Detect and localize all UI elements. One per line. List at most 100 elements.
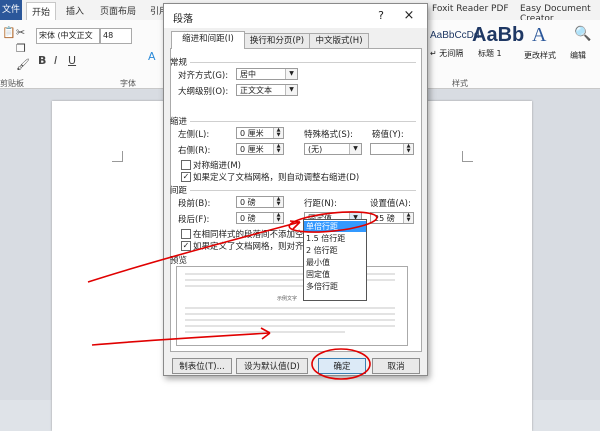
preview-line bbox=[185, 325, 395, 327]
font-size-box[interactable]: 48 bbox=[100, 28, 132, 44]
indent-right-label: 右侧(R): bbox=[178, 146, 211, 156]
divider bbox=[190, 121, 416, 122]
indent-right-value: 0 厘米 bbox=[240, 145, 264, 154]
chevron-down-icon: ▼ bbox=[285, 69, 297, 79]
outline-level-label: 大纲级别(O): bbox=[178, 87, 229, 97]
close-button[interactable]: × bbox=[400, 7, 418, 25]
alignment-select[interactable]: 居中 ▼ bbox=[236, 68, 298, 80]
style-sample-heading1[interactable]: AaBb bbox=[472, 24, 524, 47]
change-styles-icon[interactable]: A bbox=[532, 24, 546, 47]
space-before-spinner[interactable]: 0 磅 ▲ ▼ bbox=[236, 196, 284, 208]
line-spacing-dropdown[interactable]: 单倍行距 1.5 倍行距 2 倍行距 最小值 固定值 多倍行距 bbox=[303, 219, 367, 301]
auto-adjust-indent-label: 如果定义了文档网格，则自动调整右缩进(D) bbox=[193, 173, 360, 183]
tab-home[interactable]: 开始 bbox=[26, 2, 57, 22]
space-after-spinner[interactable]: 0 磅 ▲ ▼ bbox=[236, 212, 284, 224]
line-spacing-at-value: 25 磅 bbox=[374, 214, 395, 223]
preview-sample-text: 示例文字 bbox=[277, 296, 298, 302]
paragraph-dialog: 段落 ? × 缩进和间距(I) 换行和分页(P) 中文版式(H) 常规 对齐方式… bbox=[163, 3, 428, 376]
alignment-value: 居中 bbox=[240, 70, 256, 79]
find-icon[interactable]: 🔍 bbox=[574, 26, 591, 42]
margin-mark-top-left bbox=[112, 151, 123, 162]
margin-mark-top-right bbox=[462, 151, 473, 162]
preview-line bbox=[185, 319, 395, 321]
dialog-titlebar[interactable]: 段落 ? × bbox=[164, 4, 427, 28]
checkmark-icon: ✓ bbox=[182, 241, 190, 250]
copy-icon[interactable]: ❐ bbox=[16, 42, 26, 55]
indent-right-spinner[interactable]: 0 厘米 ▲ ▼ bbox=[236, 143, 284, 155]
spinner-arrows-icon[interactable]: ▲ ▼ bbox=[273, 128, 283, 138]
space-before-value: 0 磅 bbox=[240, 198, 256, 207]
line-spacing-option-exactly[interactable]: 固定值 bbox=[304, 269, 366, 280]
ok-button[interactable]: 确定 bbox=[318, 358, 366, 374]
preview-line bbox=[185, 313, 395, 315]
indent-left-label: 左侧(L): bbox=[178, 130, 210, 140]
mirror-indents-checkbox[interactable] bbox=[181, 160, 191, 170]
dialog-title: 段落 bbox=[173, 14, 193, 25]
special-indent-select[interactable]: (无) ▼ bbox=[304, 143, 362, 155]
group-label-clipboard: 剪贴板 bbox=[0, 79, 24, 88]
preview-line bbox=[185, 307, 395, 309]
text-effects-icon[interactable]: A bbox=[148, 50, 156, 63]
divider bbox=[190, 62, 416, 63]
change-styles-label[interactable]: 更改样式 bbox=[524, 50, 556, 61]
spinner-arrows-icon[interactable]: ▲ ▼ bbox=[273, 197, 283, 207]
no-space-same-style-checkbox[interactable] bbox=[181, 229, 191, 239]
line-spacing-option-at-least[interactable]: 最小值 bbox=[304, 257, 366, 268]
spinner-arrows-icon[interactable]: ▲ ▼ bbox=[273, 213, 283, 223]
group-label-font: 字体 bbox=[120, 79, 136, 88]
alignment-label: 对齐方式(G): bbox=[178, 71, 229, 81]
tab-page-layout[interactable]: 页面布局 bbox=[100, 4, 136, 17]
chevron-down-icon: ▼ bbox=[285, 85, 297, 95]
spinner-arrows-icon[interactable]: ▲ ▼ bbox=[403, 213, 413, 223]
indent-by-spinner[interactable]: ▲ ▼ bbox=[370, 143, 414, 155]
line-spacing-option-1-5[interactable]: 1.5 倍行距 bbox=[304, 233, 366, 244]
format-painter-icon[interactable]: 🖌 bbox=[16, 58, 30, 71]
space-before-label: 段前(B): bbox=[178, 199, 211, 209]
cancel-button[interactable]: 取消 bbox=[372, 358, 420, 374]
line-spacing-option-multiple[interactable]: 多倍行距 bbox=[304, 281, 366, 292]
mirror-indents-label: 对称缩进(M) bbox=[193, 161, 241, 171]
paste-icon[interactable]: 📋 bbox=[2, 26, 16, 39]
preview-line bbox=[185, 331, 345, 333]
space-after-value: 0 磅 bbox=[240, 214, 256, 223]
special-indent-value: (无) bbox=[308, 145, 323, 154]
tab-foxit[interactable]: Foxit Reader PDF bbox=[432, 4, 509, 14]
space-after-label: 段后(F): bbox=[178, 215, 210, 225]
style-name-heading1: 标题 1 bbox=[478, 49, 502, 58]
section-indentation: 缩进 bbox=[170, 117, 188, 127]
section-general: 常规 bbox=[170, 58, 188, 68]
outline-level-value: 正文文本 bbox=[240, 86, 272, 95]
spinner-arrows-icon[interactable]: ▲ ▼ bbox=[403, 144, 413, 154]
tab-asian-typography[interactable]: 中文版式(H) bbox=[309, 33, 369, 49]
snap-to-grid-checkbox[interactable]: ✓ bbox=[181, 241, 191, 251]
indent-by-label: 磅值(Y): bbox=[372, 130, 404, 140]
special-indent-label: 特殊格式(S): bbox=[304, 130, 353, 140]
help-button[interactable]: ? bbox=[372, 7, 390, 25]
file-tab[interactable]: 文件 bbox=[0, 0, 22, 20]
line-spacing-at-spinner[interactable]: 25 磅 ▲ ▼ bbox=[370, 212, 414, 224]
line-spacing-option-double[interactable]: 2 倍行距 bbox=[304, 245, 366, 256]
italic-icon[interactable]: I bbox=[54, 54, 57, 67]
line-spacing-label: 行距(N): bbox=[304, 199, 337, 209]
divider bbox=[190, 190, 416, 191]
bold-icon[interactable]: B bbox=[38, 54, 46, 67]
tabs-button[interactable]: 制表位(T)... bbox=[172, 358, 232, 374]
preview-box: 示例文字 bbox=[176, 266, 408, 346]
section-preview: 预览 bbox=[170, 256, 188, 266]
editing-label[interactable]: 编辑 bbox=[570, 50, 586, 61]
checkmark-icon: ✓ bbox=[182, 172, 190, 181]
underline-icon[interactable]: U bbox=[68, 54, 76, 67]
tab-indents-spacing[interactable]: 缩进和间距(I) bbox=[171, 31, 245, 49]
line-spacing-option-single[interactable]: 单倍行距 bbox=[304, 221, 366, 232]
indent-left-spinner[interactable]: 0 厘米 ▲ ▼ bbox=[236, 127, 284, 139]
chevron-down-icon: ▼ bbox=[349, 144, 361, 154]
cut-icon[interactable]: ✂ bbox=[16, 26, 25, 39]
set-as-default-button[interactable]: 设为默认值(D) bbox=[236, 358, 308, 374]
auto-adjust-indent-checkbox[interactable]: ✓ bbox=[181, 172, 191, 182]
outline-level-select[interactable]: 正文文本 ▼ bbox=[236, 84, 298, 96]
tab-line-page-breaks[interactable]: 换行和分页(P) bbox=[244, 33, 310, 49]
font-name-box[interactable]: 宋体 (中文正文 bbox=[36, 28, 100, 44]
style-name-no-spacing: ↵ 无间隔 bbox=[430, 49, 464, 58]
spinner-arrows-icon[interactable]: ▲ ▼ bbox=[273, 144, 283, 154]
tab-insert[interactable]: 插入 bbox=[66, 4, 84, 17]
